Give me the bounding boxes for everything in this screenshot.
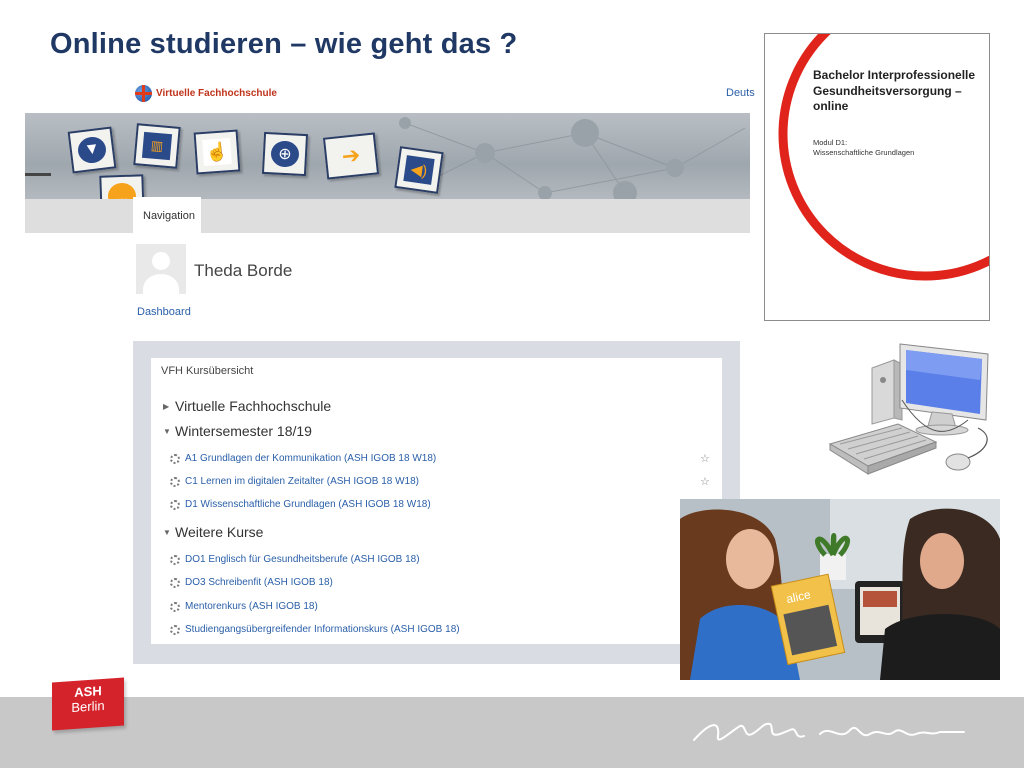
course-label: DO1 Englisch für Gesundheitsberufe (ASH … bbox=[185, 554, 420, 565]
banner-dash bbox=[25, 173, 51, 176]
course-label: D1 Wissenschaftliche Grundlagen (ASH IGO… bbox=[185, 499, 431, 510]
tile-chat-icon: … bbox=[99, 174, 145, 199]
tile-chart-icon: ▥ bbox=[133, 123, 181, 169]
signature-graphic bbox=[693, 722, 965, 741]
star-icon[interactable]: ☆ bbox=[700, 475, 710, 488]
cover-title: Bachelor Interprofessionelle Gesundheits… bbox=[813, 68, 976, 113]
course-icon bbox=[170, 453, 180, 464]
course-link[interactable]: C1 Lernen im digitalen Zeitalter (ASH IG… bbox=[170, 476, 419, 487]
course-label: C1 Lernen im digitalen Zeitalter (ASH IG… bbox=[185, 476, 419, 487]
course-link[interactable]: Mentorenkurs (ASH IGOB 18) bbox=[170, 601, 318, 612]
course-icon bbox=[170, 476, 180, 487]
user-name: Theda Borde bbox=[194, 261, 293, 280]
course-link[interactable]: D1 Wissenschaftliche Grundlagen (ASH IGO… bbox=[170, 499, 431, 510]
students-illustration: alice bbox=[680, 499, 1000, 680]
course-link[interactable]: Studiengangsübergreifender Informationsk… bbox=[170, 624, 460, 635]
tile-speaker-icon: ◀) bbox=[394, 146, 444, 194]
cover-subtitle-line1: Modul D1: bbox=[813, 138, 848, 147]
caret-right-icon: ▶ bbox=[163, 401, 170, 411]
tile-down-icon: ▼ bbox=[67, 126, 117, 174]
star-icon[interactable]: ☆ bbox=[700, 452, 710, 465]
course-label: Studiengangsübergreifender Informationsk… bbox=[185, 624, 460, 635]
vfh-logo[interactable]: Virtuelle Fachhochschule bbox=[135, 85, 277, 102]
tab-navigation[interactable]: Navigation bbox=[133, 197, 201, 233]
course-link[interactable]: DO1 Englisch für Gesundheitsberufe (ASH … bbox=[170, 554, 420, 565]
category-label: Weitere Kurse bbox=[175, 524, 264, 540]
cover-subtitle-line2: Wissenschaftliche Grundlagen bbox=[813, 147, 915, 157]
course-icon bbox=[170, 577, 180, 588]
category-label: Virtuelle Fachhochschule bbox=[175, 398, 332, 414]
platform-banner: ▼ ▥ ☝ ⊕ ➔ ◀) … bbox=[25, 113, 750, 199]
globe-icon bbox=[135, 85, 152, 102]
course-label: DO3 Schreibenfit (ASH IGOB 18) bbox=[185, 577, 333, 588]
avatar[interactable] bbox=[136, 244, 186, 294]
slide-title: Online studieren – wie geht das ? bbox=[50, 28, 518, 60]
caret-down-icon: ▼ bbox=[163, 426, 171, 436]
cover-subtitle: Modul D1: Wissenschaftliche Grundlagen bbox=[813, 138, 983, 157]
category-virtuelle-fachhochschule[interactable]: ▶ Virtuelle Fachhochschule bbox=[163, 398, 331, 414]
ash-berlin-logo: ASH Berlin bbox=[52, 677, 124, 731]
panel-title: VFH Kursübersicht bbox=[161, 365, 254, 377]
course-icon bbox=[170, 499, 180, 510]
platform-header: Virtuelle Fachhochschule Deuts bbox=[128, 80, 755, 110]
category-weitere-kurse[interactable]: ▼ Weitere Kurse bbox=[163, 524, 263, 540]
computer-icon bbox=[828, 343, 989, 475]
module-cover: Bachelor Interprofessionelle Gesundheits… bbox=[764, 33, 990, 321]
dashboard-link[interactable]: Dashboard bbox=[137, 306, 191, 318]
caret-down-icon: ▼ bbox=[163, 527, 171, 537]
tile-globe-icon: ⊕ bbox=[261, 131, 309, 177]
tile-arrow-icon: ➔ bbox=[322, 132, 380, 180]
category-label: Wintersemester 18/19 bbox=[175, 423, 312, 439]
course-label: A1 Grundlagen der Kommunikation (ASH IGO… bbox=[185, 453, 437, 464]
students-photo: alice bbox=[680, 499, 1000, 680]
language-selector[interactable]: Deuts bbox=[726, 87, 755, 99]
course-link[interactable]: A1 Grundlagen der Kommunikation (ASH IGO… bbox=[170, 453, 436, 464]
course-icon bbox=[170, 624, 180, 635]
category-wintersemester[interactable]: ▼ Wintersemester 18/19 bbox=[163, 423, 312, 439]
course-label: Mentorenkurs (ASH IGOB 18) bbox=[185, 601, 318, 612]
tile-pointer-icon: ☝ bbox=[193, 129, 241, 175]
course-icon bbox=[170, 601, 180, 612]
course-icon bbox=[170, 554, 180, 565]
vfh-logo-text: Virtuelle Fachhochschule bbox=[156, 88, 277, 99]
course-link[interactable]: DO3 Schreibenfit (ASH IGOB 18) bbox=[170, 577, 333, 588]
